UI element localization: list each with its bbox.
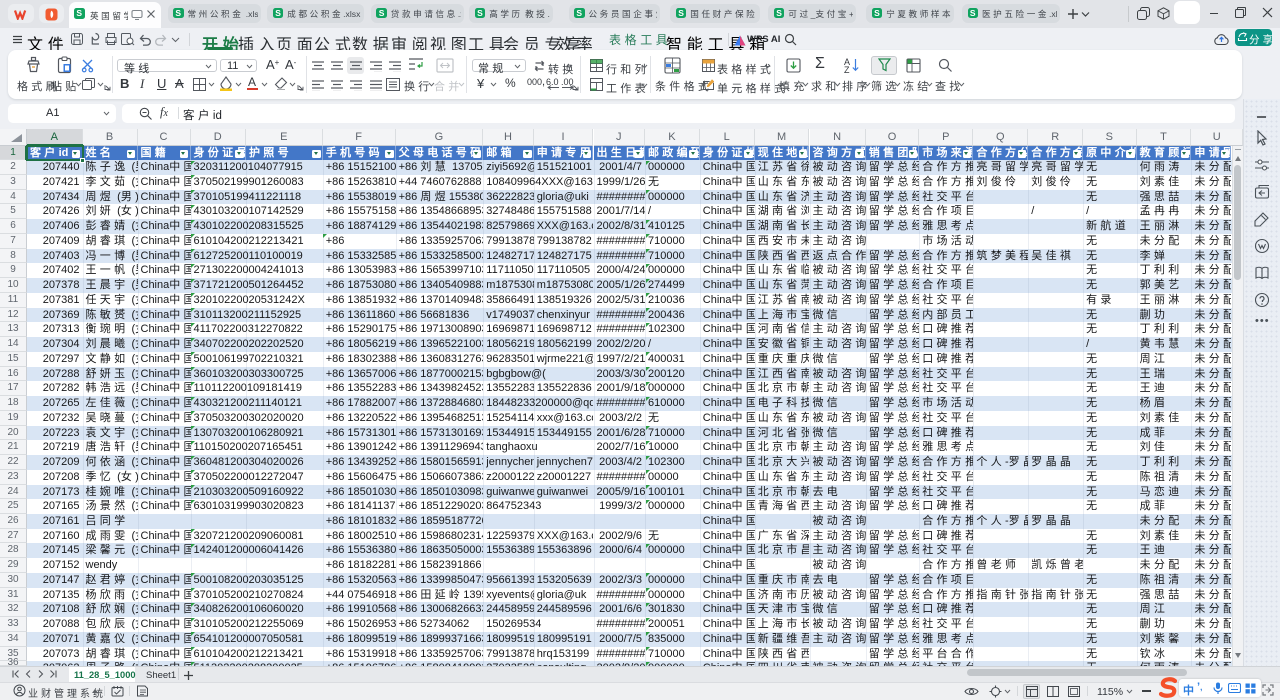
svg-text:Z: Z [844,65,850,73]
